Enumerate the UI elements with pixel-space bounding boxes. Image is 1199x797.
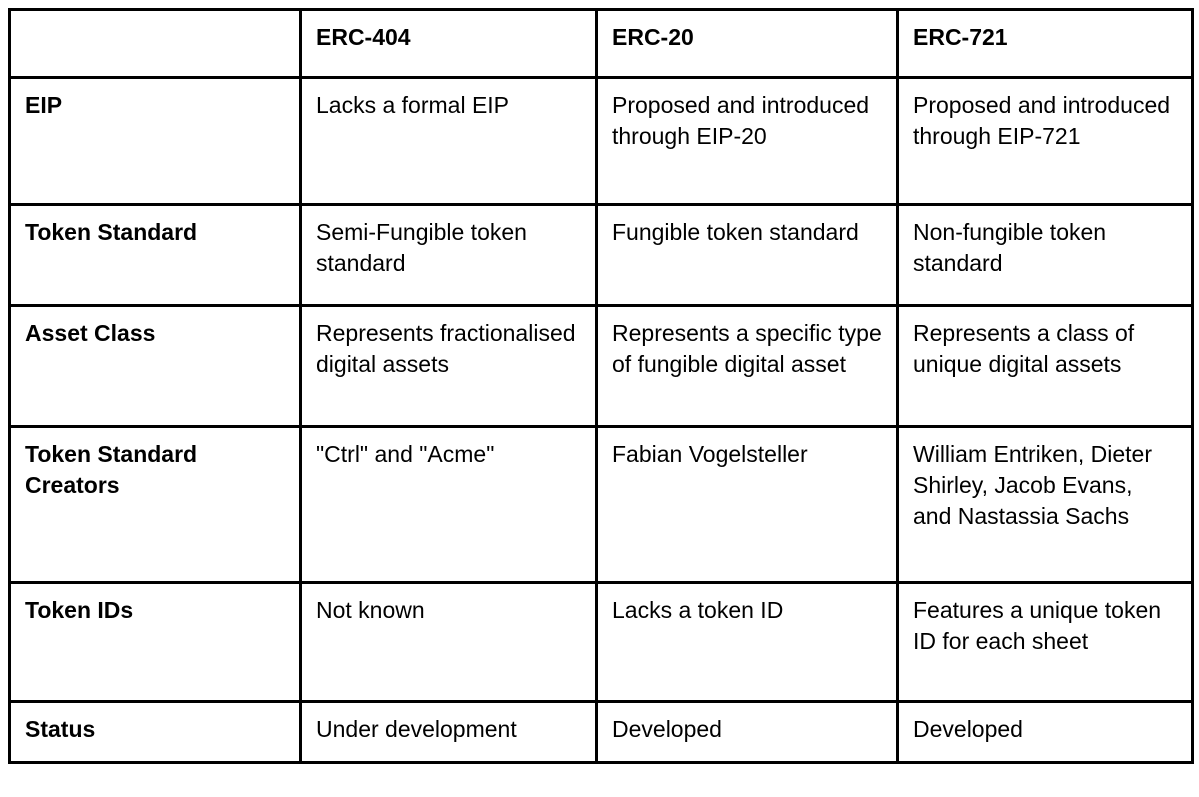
cell-token-standard-erc404: Semi-Fungible token standard	[299, 203, 598, 307]
row-label-asset-class: Asset Class	[8, 304, 302, 428]
cell-token-ids-erc721: Features a unique token ID for each shee…	[896, 581, 1194, 703]
comparison-table-container: ERC-404 ERC-20 ERC-721 EIP Lacks a forma…	[8, 8, 1194, 764]
row-label-token-standard: Token Standard	[8, 203, 302, 307]
table-corner-cell	[8, 8, 302, 79]
cell-creators-erc721: William Entriken, Dieter Shirley, Jacob …	[896, 425, 1194, 584]
erc-comparison-table: ERC-404 ERC-20 ERC-721 EIP Lacks a forma…	[8, 8, 1194, 764]
column-header-erc721: ERC-721	[896, 8, 1194, 79]
cell-creators-erc20: Fabian Vogelsteller	[595, 425, 899, 584]
table-row: Token IDs Not known Lacks a token ID Fea…	[8, 581, 1194, 703]
row-label-eip: EIP	[8, 76, 302, 206]
table-row: Token Standard Semi-Fungible token stand…	[8, 203, 1194, 307]
row-label-token-ids: Token IDs	[8, 581, 302, 703]
column-header-erc404: ERC-404	[299, 8, 598, 79]
table-header-row: ERC-404 ERC-20 ERC-721	[8, 8, 1194, 79]
cell-token-standard-erc20: Fungible token standard	[595, 203, 899, 307]
table-row: Token Standard Creators "Ctrl" and "Acme…	[8, 425, 1194, 584]
cell-token-standard-erc721: Non-fungible token standard	[896, 203, 1194, 307]
cell-token-ids-erc20: Lacks a token ID	[595, 581, 899, 703]
table-row: Status Under development Developed Devel…	[8, 700, 1194, 764]
table-row: EIP Lacks a formal EIP Proposed and intr…	[8, 76, 1194, 206]
row-label-status: Status	[8, 700, 302, 764]
table-row: Asset Class Represents fractionalised di…	[8, 304, 1194, 428]
cell-eip-erc404: Lacks a formal EIP	[299, 76, 598, 206]
cell-status-erc404: Under development	[299, 700, 598, 764]
cell-creators-erc404: "Ctrl" and "Acme"	[299, 425, 598, 584]
cell-status-erc20: Developed	[595, 700, 899, 764]
cell-asset-class-erc404: Represents fractionalised digital assets	[299, 304, 598, 428]
cell-eip-erc721: Proposed and introduced through EIP-721	[896, 76, 1194, 206]
cell-asset-class-erc721: Represents a class of unique digital ass…	[896, 304, 1194, 428]
column-header-erc20: ERC-20	[595, 8, 899, 79]
cell-eip-erc20: Proposed and introduced through EIP-20	[595, 76, 899, 206]
cell-status-erc721: Developed	[896, 700, 1194, 764]
cell-asset-class-erc20: Represents a specific type of fungible d…	[595, 304, 899, 428]
row-label-token-standard-creators: Token Standard Creators	[8, 425, 302, 584]
cell-token-ids-erc404: Not known	[299, 581, 598, 703]
